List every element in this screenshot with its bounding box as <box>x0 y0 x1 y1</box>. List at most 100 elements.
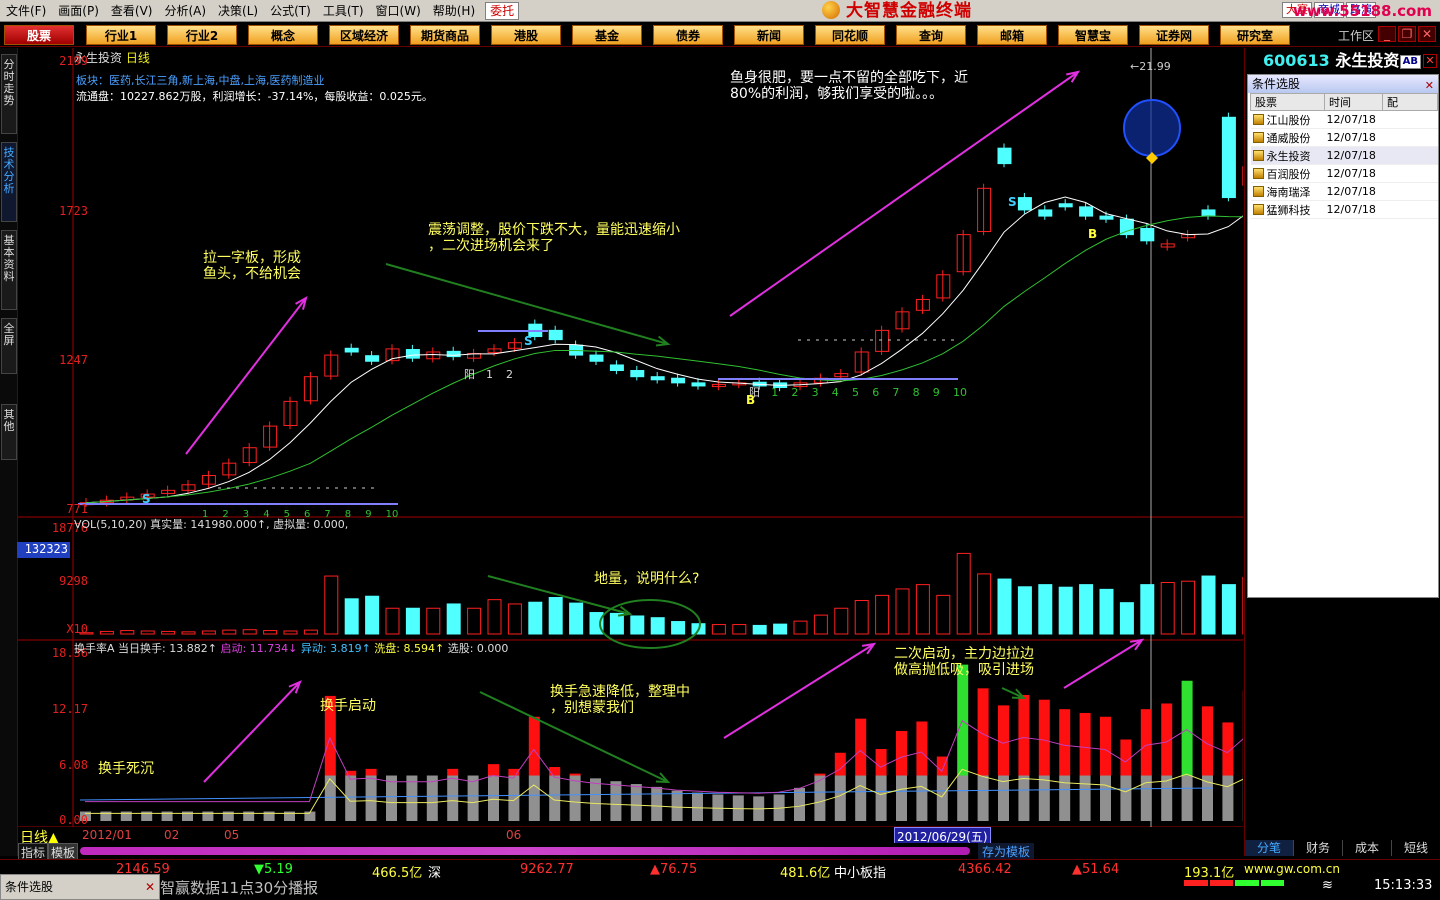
selection-row[interactable]: 江山股份 12/07/18 <box>1250 110 1438 129</box>
menu-bar: 文件(F) 画面(P) 查看(V) 分析(A) 决策(L) 公式(T) 工具(T… <box>0 0 1440 22</box>
ab-badge[interactable]: AB <box>1399 55 1421 69</box>
selection-stock[interactable]: 江山股份 <box>1250 110 1325 129</box>
sz-name[interactable]: 深 <box>428 862 441 881</box>
close-icon[interactable]: ✕ <box>1418 26 1436 42</box>
count-label: 7 <box>892 386 899 399</box>
close-icon[interactable]: ✕ <box>1423 54 1437 68</box>
nav-securities-net[interactable]: 证券网 <box>1139 25 1209 45</box>
nav-mail[interactable]: 邮箱 <box>977 25 1047 45</box>
nav-ths[interactable]: 同花顺 <box>815 25 885 45</box>
restore-icon[interactable]: ❐ <box>1398 26 1416 42</box>
selection-time: 12/07/18 <box>1324 146 1383 165</box>
menu-view[interactable]: 查看(V) <box>105 0 159 22</box>
candle <box>997 147 1012 165</box>
buy-signal: B <box>1088 227 1097 241</box>
bottom-panel-close-icon[interactable]: ✕ <box>145 875 155 899</box>
tab-tick[interactable]: 分笔 <box>1245 840 1294 856</box>
nav-stocks[interactable]: 股票 <box>4 25 74 45</box>
selection-stock[interactable]: 永生投资 <box>1250 146 1325 165</box>
menu-view-screen[interactable]: 画面(P) <box>52 0 105 22</box>
stock-code: 600613 <box>1263 51 1330 70</box>
menu-formula[interactable]: 公式(T) <box>264 0 317 22</box>
nav-news[interactable]: 新闻 <box>734 25 804 45</box>
tab-intraday[interactable]: 分时走势 <box>1 54 17 134</box>
tab-other[interactable]: 其他 <box>1 404 17 460</box>
selection-stock[interactable]: 海南瑞泽 <box>1250 182 1325 201</box>
count-label: 2 <box>791 386 798 399</box>
nav-research[interactable]: 研究室 <box>1220 25 1290 45</box>
menu-help[interactable]: 帮助(H) <box>427 0 481 22</box>
volume-bar <box>813 614 828 635</box>
workspace-label[interactable]: 工作区 <box>1338 27 1374 44</box>
chart-area[interactable]: 1 1 2 2 3 3 4 4 5 5 6 6 7 7 8 8 9 9 10 10 1 2 阳阳 S S S B B ←21.99 永生… <box>17 48 1243 856</box>
turnover-bar <box>1059 709 1071 776</box>
header-time[interactable]: 时间 <box>1324 93 1383 111</box>
save-template-button[interactable]: 存为模板 <box>978 843 1035 860</box>
header-stock[interactable]: 股票 <box>1250 93 1325 111</box>
selection-row[interactable]: 永生投资 12/07/18 <box>1250 146 1438 165</box>
selection-stock[interactable]: 百润股份 <box>1250 164 1325 183</box>
connection-icon[interactable]: ≋ <box>1322 878 1333 893</box>
turnover-base-bar <box>936 775 948 821</box>
bottom-panel[interactable]: 条件选股 ✕ <box>0 874 160 900</box>
tab-shortline[interactable]: 短线 <box>1392 840 1440 856</box>
nav-concept[interactable]: 概念 <box>248 25 318 45</box>
nav-zhihuibao[interactable]: 智慧宝 <box>1058 25 1128 45</box>
selection-stock[interactable]: 猛狮科技 <box>1250 200 1325 219</box>
selection-row[interactable]: 猛狮科技 12/07/18 <box>1250 200 1438 219</box>
nav-industry2[interactable]: 行业2 <box>167 25 237 45</box>
selection-header-row: 股票 时间 配 <box>1250 93 1438 111</box>
tab-technical[interactable]: 技术分析 <box>1 142 17 222</box>
watermark: www.55188.com <box>1292 2 1432 20</box>
candle <box>1017 197 1032 211</box>
zx-name[interactable]: 中小板指 <box>834 862 886 881</box>
header-match[interactable]: 配 <box>1382 93 1438 111</box>
nav-futures[interactable]: 期货商品 <box>410 25 480 45</box>
zx-index[interactable]: 4366.42 <box>958 862 1012 877</box>
menu-tools[interactable]: 工具(T) <box>317 0 370 22</box>
volume-bar <box>548 597 563 635</box>
selection-row[interactable]: 百润股份 12/07/18 <box>1250 164 1438 183</box>
turnover-indicator-line: 换手率A 当日换手: 13.882↑ 启动: 11.734↓ 异动: 3.819… <box>74 640 508 656</box>
selection-row[interactable]: 海南瑞泽 12/07/18 <box>1250 182 1438 201</box>
turnover-bar <box>1120 739 1132 776</box>
selection-match <box>1382 146 1438 165</box>
menu-file[interactable]: 文件(F) <box>0 0 52 22</box>
turnover-base-bar <box>671 790 683 821</box>
volume-bar <box>385 607 400 635</box>
candle <box>365 355 380 362</box>
menu-analysis[interactable]: 分析(A) <box>158 0 212 22</box>
nav-industry1[interactable]: 行业1 <box>86 25 156 45</box>
tab-cost[interactable]: 成本 <box>1343 840 1392 856</box>
nav-region[interactable]: 区域经济 <box>329 25 399 45</box>
tab-fundamentals[interactable]: 基本资料 <box>1 230 17 310</box>
minimize-icon[interactable]: _ <box>1378 26 1396 42</box>
nav-bond[interactable]: 债券 <box>653 25 723 45</box>
tab-finance[interactable]: 财务 <box>1294 840 1343 856</box>
turnover-name: 换手率A <box>74 642 115 655</box>
scroll-strip[interactable] <box>80 847 970 855</box>
price-tick-3: 1247 <box>59 353 88 367</box>
turnover-base-bar <box>406 775 418 821</box>
turnover-base-bar <box>692 792 703 821</box>
trend-arrow-head <box>1129 638 1145 651</box>
nav-fund[interactable]: 基金 <box>572 25 642 45</box>
news-ticker[interactable]: 智赢数据11点30分播报 <box>160 877 318 898</box>
selection-close-icon[interactable]: ✕ <box>1425 77 1434 95</box>
volume-bar <box>181 631 196 635</box>
turnover-tick-4: 0.00 <box>59 813 88 827</box>
tab-fullscreen[interactable]: 全屏 <box>1 318 17 374</box>
turnover-base-bar <box>447 775 459 821</box>
menu-window[interactable]: 窗口(W) <box>370 0 427 22</box>
nav-hk[interactable]: 港股 <box>491 25 561 45</box>
menu-decision[interactable]: 决策(L) <box>212 0 264 22</box>
selection-row[interactable]: 通威股份 12/07/18 <box>1250 128 1438 147</box>
site-link[interactable]: www.gw.com.cn <box>1244 862 1340 876</box>
entrust-button[interactable]: 委托 <box>485 1 520 20</box>
sz-index[interactable]: 9262.77 <box>520 862 574 877</box>
turnover-bar <box>1038 699 1050 776</box>
nav-query[interactable]: 查询 <box>896 25 966 45</box>
volume-bar <box>467 607 482 635</box>
volume-bar <box>711 624 726 635</box>
selection-stock[interactable]: 通威股份 <box>1250 128 1325 147</box>
